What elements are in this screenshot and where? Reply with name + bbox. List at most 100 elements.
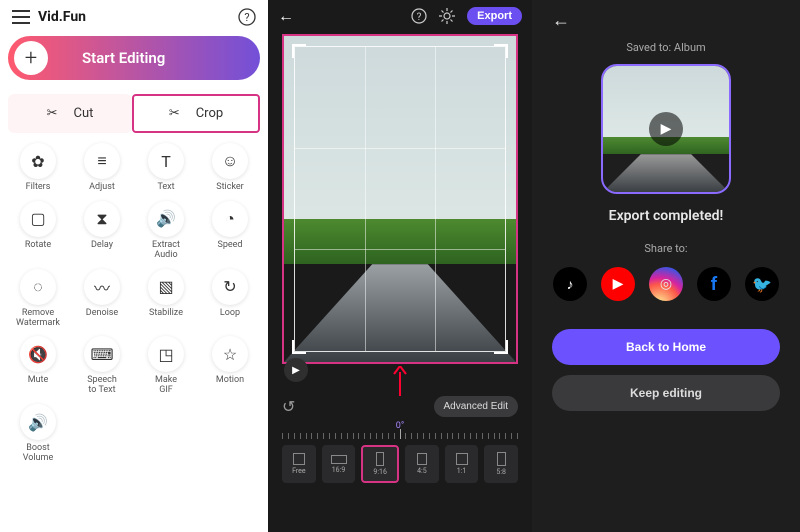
settings-icon[interactable] [439,8,455,24]
extract-audio-icon: 🔊 [148,201,184,237]
crop-editor-panel: ← ? Export ▶ ↺ Advanced Edit [268,0,532,532]
tool-stabilize[interactable]: ▧Stabilize [136,269,196,329]
sticker-icon: ☺ [212,143,248,179]
advanced-edit-button[interactable]: Advanced Edit [434,396,519,417]
rotation-ruler[interactable]: 0° [282,421,518,439]
tools-panel: Vid.Fun ? + Start Editing ✂ Cut ✂ Crop ✿… [0,0,268,532]
share-twitter[interactable]: 🐦 [745,267,779,301]
tool-label: Rotate [25,241,51,251]
twitter-icon: 🐦 [752,275,772,294]
app-header: Vid.Fun ? [8,6,260,36]
share-to-label: Share to: [644,242,687,255]
aspect-shape-icon [456,453,468,465]
rotate-icon: ▢ [20,201,56,237]
aspect-1-1[interactable]: 1:1 [445,445,479,483]
reset-rotation-icon[interactable]: ↺ [282,397,295,416]
tool-motion[interactable]: ☆Motion [200,336,260,396]
export-button[interactable]: Export [467,7,522,25]
tool-mute[interactable]: 🔇Mute [8,336,68,396]
filters-icon: ✿ [20,143,56,179]
loop-icon: ↻ [212,269,248,305]
tab-crop[interactable]: ✂ Crop [132,94,260,133]
play-icon: ▶ [649,112,683,146]
help-icon[interactable]: ? [238,8,256,26]
text-icon: T [148,143,184,179]
tool-tabs: ✂ Cut ✂ Crop [8,94,260,133]
tool-label: Mute [28,376,49,386]
denoise-icon: 〰 [84,269,120,305]
aspect-label: 1:1 [457,467,467,475]
play-button[interactable]: ▶ [284,358,308,382]
tool-remove-watermark[interactable]: ◌RemoveWatermark [8,269,68,329]
tab-cut[interactable]: ✂ Cut [8,94,132,133]
tool-label: ExtractAudio [152,241,180,261]
app-title: Vid.Fun [38,9,86,25]
aspect-label: 5:8 [496,468,506,476]
annotation-arrow-icon [393,366,407,396]
facebook-icon: f [711,274,717,295]
aspect-4-5[interactable]: 4:5 [405,445,439,483]
keep-editing-button[interactable]: Keep editing [552,375,780,411]
export-done-label: Export completed! [609,208,724,224]
back-to-home-button[interactable]: Back to Home [552,329,780,365]
tool-label: Loop [220,309,240,319]
back-icon[interactable]: ← [278,6,294,26]
tool-adjust[interactable]: ≡Adjust [72,143,132,193]
tool-extract-audio[interactable]: 🔊 ExtractAudio [136,201,196,261]
svg-text:?: ? [244,11,249,24]
stabilize-icon: ▧ [148,269,184,305]
aspect-label: 16:9 [332,466,346,474]
aspect-16-9[interactable]: 16:9 [322,445,356,483]
tool-label: MakeGIF [155,376,177,396]
boost-volume-icon: 🔊 [20,404,56,440]
aspect-shape-icon [376,452,384,466]
tool-delay[interactable]: ⧗Delay [72,201,132,261]
delay-icon: ⧗ [84,201,120,237]
back-icon[interactable]: ← [552,8,570,41]
aspect-shape-icon [497,452,506,466]
tool-denoise[interactable]: 〰Denoise [72,269,132,329]
action-buttons: Back to Home Keep editing [552,329,780,411]
tab-crop-label: Crop [196,106,223,121]
editor-header: ← ? Export [268,0,532,32]
tool-make-gif[interactable]: ◳ MakeGIF [136,336,196,396]
tool-sticker[interactable]: ☺Sticker [200,143,260,193]
crop-grid[interactable] [294,46,506,352]
crop-handle-tl[interactable] [292,44,306,58]
crop-handle-bl[interactable] [292,340,306,354]
make-gif-icon: ◳ [148,336,184,372]
tool-grid: ✿Filters≡Adjust T Text ☺Sticker ▢ Rotate ⧗Dela… [8,143,260,464]
tool-boost-volume[interactable]: 🔊BoostVolume [8,404,68,464]
scissors-icon: ✂ [47,106,58,121]
aspect-5-8[interactable]: 5:8 [484,445,518,483]
tool-rotate[interactable]: ▢ Rotate [8,201,68,261]
aspect-9-16[interactable]: 9:16 [361,445,399,483]
tool-label: Text [157,183,174,193]
speech-to-text-icon: ⌨ [84,336,120,372]
aspect-free[interactable]: Free [282,445,316,483]
crop-handle-tr[interactable] [494,44,508,58]
crop-viewport[interactable] [282,34,518,364]
share-youtube[interactable]: ▶ [601,267,635,301]
menu-icon[interactable] [12,10,30,24]
tool-label: Adjust [89,183,115,193]
share-tiktok[interactable]: ♪ [553,267,587,301]
plus-icon: + [14,41,48,75]
aspect-shape-icon [293,453,305,465]
start-editing-button[interactable]: + Start Editing [8,36,260,80]
share-instagram[interactable]: ◎ [649,267,683,301]
youtube-icon: ▶ [613,276,624,292]
crop-handle-br[interactable] [494,340,508,354]
tool-loop[interactable]: ↻ Loop [200,269,260,329]
export-thumbnail[interactable]: ▶ [601,64,731,194]
aspect-label: Free [292,467,306,475]
help-icon[interactable]: ? [411,8,427,24]
tool-speed[interactable]: ◔Speed [200,201,260,261]
saved-to-label: Saved to: Album [626,41,705,54]
tool-speech-to-text[interactable]: ⌨Speechto Text [72,336,132,396]
aspect-label: 4:5 [417,467,427,475]
share-facebook[interactable]: f [697,267,731,301]
tool-filters[interactable]: ✿Filters [8,143,68,193]
remove-watermark-icon: ◌ [20,269,56,305]
tool-text[interactable]: T Text [136,143,196,193]
